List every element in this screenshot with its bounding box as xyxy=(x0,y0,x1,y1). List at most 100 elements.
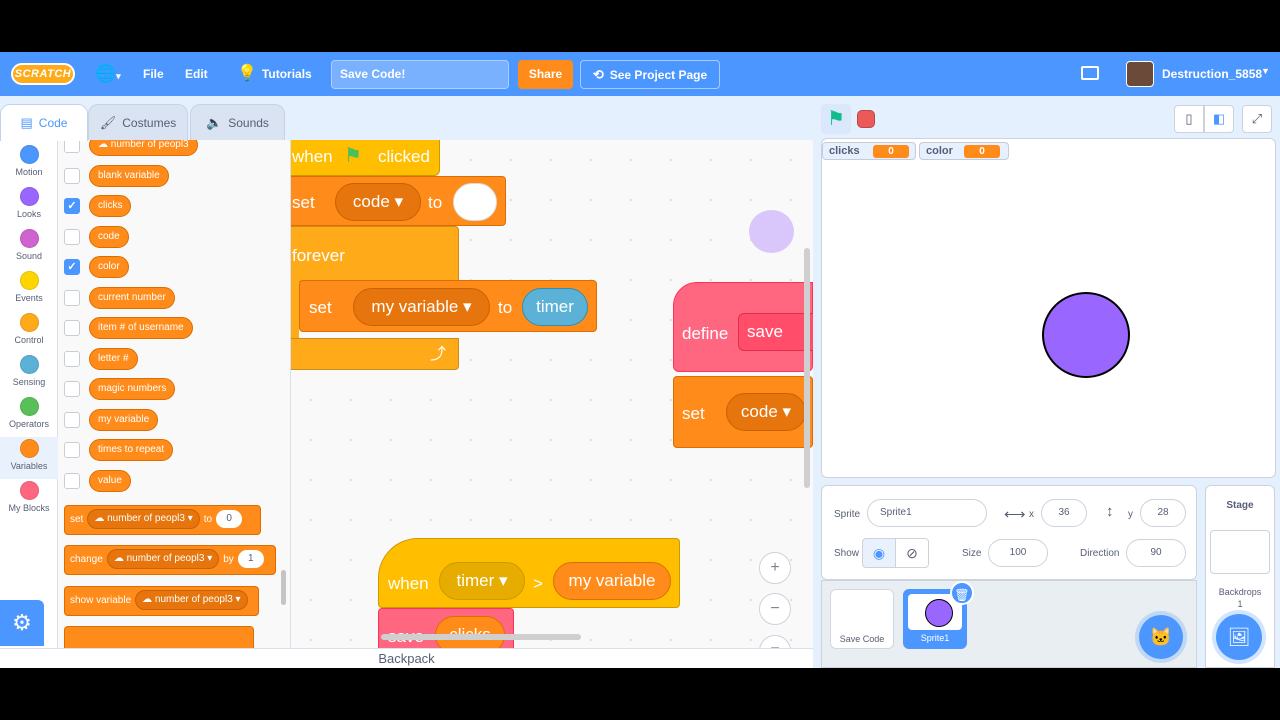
variable-checkbox[interactable] xyxy=(64,473,80,489)
fullscreen-icon[interactable]: ⤢ xyxy=(1242,105,1272,133)
tab-sounds[interactable]: 🔈 Sounds xyxy=(190,104,285,140)
variable-reporter[interactable]: times to repeat xyxy=(89,439,174,461)
variable-reporter[interactable]: blank variable xyxy=(89,165,169,187)
hat-dropdown[interactable]: timer ▾ xyxy=(439,562,525,600)
variable-checkbox-checked[interactable]: ✓ xyxy=(64,259,80,275)
scratch-logo[interactable]: SCRATCH xyxy=(11,63,75,85)
category-operators[interactable]: Operators xyxy=(0,397,58,437)
variable-checkbox[interactable] xyxy=(64,351,80,367)
zoom-out-icon[interactable]: − xyxy=(759,593,791,625)
zoom-in-icon[interactable]: + xyxy=(759,552,791,584)
tab-code[interactable]: ▤ Code xyxy=(0,104,88,141)
share-button[interactable]: Share xyxy=(518,60,573,89)
variable-dropdown[interactable]: my variable ▾ xyxy=(353,288,490,326)
vertical-scrollbar[interactable] xyxy=(804,248,810,488)
user-avatar[interactable] xyxy=(1126,61,1154,87)
change-variable-block[interactable]: change ☁ number of peopl3 ▾ by 1 xyxy=(64,545,276,575)
variable-reporter[interactable]: value xyxy=(89,470,131,492)
value-input[interactable]: 1 xyxy=(237,550,264,569)
variable-dropdown[interactable]: ☁ number of peopl3 ▾ xyxy=(87,509,200,530)
when-timer-greater-block[interactable]: when timer ▾ > my variable xyxy=(378,538,680,608)
variable-reporter[interactable]: clicks xyxy=(89,195,132,217)
variable-checkbox[interactable] xyxy=(64,381,80,397)
zoom-reset-icon[interactable]: = xyxy=(759,635,791,648)
palette-scrollbar[interactable] xyxy=(281,570,286,605)
backpack[interactable]: Backpack xyxy=(0,648,813,668)
variable-monitor[interactable]: clicks 0 xyxy=(822,142,916,160)
normal-stage-icon[interactable]: ◧ xyxy=(1204,105,1234,133)
variable-checkbox[interactable] xyxy=(64,140,80,153)
username[interactable]: Destruction_5858 xyxy=(1162,67,1262,81)
add-backdrop-icon[interactable]: 🖼 xyxy=(1216,614,1262,660)
set-code-block[interactable]: set code ▾ to xyxy=(291,176,506,226)
variable-checkbox[interactable] xyxy=(64,290,80,306)
clicks-reporter[interactable]: clicks xyxy=(435,616,505,648)
variable-dropdown[interactable]: ☁ number of peopl3 ▾ xyxy=(106,549,220,570)
language-globe-icon[interactable]: 🌐▾ xyxy=(95,65,125,83)
stage-selector[interactable]: Stage Backdrops 1 🖼 xyxy=(1205,485,1275,668)
my-variable-reporter[interactable]: my variable xyxy=(553,562,671,600)
variable-dropdown[interactable]: code ▾ xyxy=(726,393,806,431)
stage[interactable]: clicks 0 color 0 xyxy=(821,138,1276,478)
value-input[interactable]: 0 xyxy=(216,510,243,529)
horizontal-scrollbar[interactable] xyxy=(381,634,581,640)
value-input[interactable] xyxy=(453,183,497,221)
set-code-block-2[interactable]: set code ▾ xyxy=(673,376,813,448)
save-call-block[interactable]: save clicks xyxy=(378,608,514,648)
variable-monitor[interactable]: color 0 xyxy=(919,142,1009,160)
category-events[interactable]: Events xyxy=(0,271,58,311)
category-looks[interactable]: Looks xyxy=(0,187,58,227)
category-sound[interactable]: Sound xyxy=(0,229,58,269)
y-input[interactable]: 28 xyxy=(1140,499,1186,527)
chevron-down-icon[interactable]: ▼ xyxy=(1261,66,1270,76)
variable-reporter[interactable]: current number xyxy=(89,287,175,309)
sprite-name-input[interactable]: Sprite1 xyxy=(867,499,987,527)
variable-dropdown[interactable]: code ▾ xyxy=(335,183,421,221)
set-variable-block[interactable]: set ☁ number of peopl3 ▾ to 0 xyxy=(64,505,261,535)
category-my-blocks[interactable]: My Blocks xyxy=(0,481,58,521)
see-project-page-button[interactable]: ⟲ See Project Page xyxy=(580,60,720,89)
variable-reporter[interactable]: my variable xyxy=(89,409,159,431)
project-title-input[interactable]: Save Code! xyxy=(331,60,509,89)
custom-block-prototype[interactable]: save xyxy=(738,313,813,351)
variable-checkbox[interactable] xyxy=(64,229,80,245)
edit-menu[interactable]: Edit xyxy=(185,67,208,81)
variable-reporter[interactable]: letter # xyxy=(89,348,138,370)
variable-reporter[interactable]: color xyxy=(89,256,129,278)
tab-costumes[interactable]: 🖌 Costumes xyxy=(88,104,188,140)
set-my-variable-block[interactable]: set my variable ▾ to timer xyxy=(299,280,597,332)
category-sensing[interactable]: Sensing xyxy=(0,355,58,395)
show-variable-block[interactable]: show variable ☁ number of peopl3 ▾ xyxy=(64,586,259,616)
trash-icon[interactable]: 🗑 xyxy=(950,581,974,605)
tutorials-button[interactable]: 💡 Tutorials xyxy=(237,64,312,84)
variable-dropdown[interactable]: ☁ number of peopl3 ▾ xyxy=(135,590,248,611)
stage-thumbnail[interactable] xyxy=(1210,530,1270,574)
direction-input[interactable]: 90 xyxy=(1126,539,1186,567)
size-input[interactable]: 100 xyxy=(988,539,1048,567)
variable-reporter[interactable]: magic numbers xyxy=(89,378,176,400)
my-stuff-folder-icon[interactable] xyxy=(1081,66,1099,80)
variable-checkbox[interactable] xyxy=(64,168,80,184)
variable-checkbox-checked[interactable]: ✓ xyxy=(64,198,80,214)
purple-circle-sprite[interactable] xyxy=(1042,292,1130,378)
variable-reporter[interactable]: code xyxy=(89,226,129,248)
add-sprite-cat-icon[interactable]: 🐱 xyxy=(1139,615,1183,659)
script-area[interactable]: when ⚑ clicked set code ▾ to forever ⤴ s… xyxy=(291,140,813,648)
category-variables[interactable]: Variables xyxy=(0,437,58,479)
x-input[interactable]: 36 xyxy=(1041,499,1087,527)
sprite-tile[interactable]: Save Code xyxy=(830,589,894,649)
small-stage-icon[interactable]: ▯ xyxy=(1174,105,1204,133)
variable-checkbox[interactable] xyxy=(64,320,80,336)
hide-eye-icon[interactable]: ⊘ xyxy=(895,538,929,568)
forever-block[interactable]: forever xyxy=(291,226,459,282)
category-control[interactable]: Control xyxy=(0,313,58,353)
timer-reporter[interactable]: timer xyxy=(522,288,588,326)
variable-checkbox[interactable] xyxy=(64,412,80,428)
green-flag-icon[interactable]: ⚑ xyxy=(821,104,851,134)
gear-icon[interactable]: ⚙ xyxy=(0,600,44,646)
category-motion[interactable]: Motion xyxy=(0,145,58,185)
show-eye-icon[interactable]: ◉ xyxy=(862,538,896,568)
variable-reporter[interactable]: ☁ number of peopl3 xyxy=(89,140,198,156)
define-save-block[interactable]: define save xyxy=(673,282,813,372)
variable-checkbox[interactable] xyxy=(64,442,80,458)
